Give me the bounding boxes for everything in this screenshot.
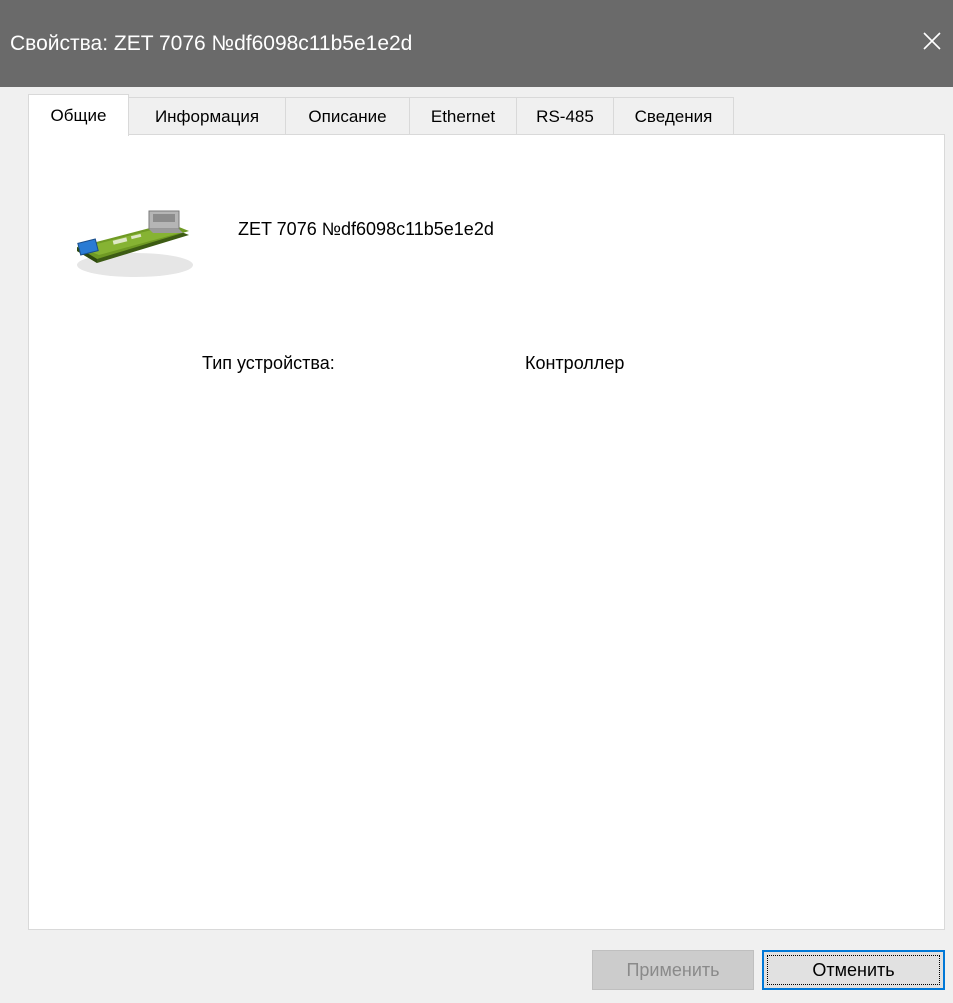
device-type-label: Тип устройства: — [202, 353, 335, 373]
general-panel: ZET 7076 №df6098c11b5e1e2d Тип устройств… — [28, 134, 945, 930]
tab-ethernet[interactable]: Ethernet — [409, 97, 517, 135]
cancel-button[interactable]: Отменить — [762, 950, 945, 990]
tab-general[interactable]: Общие — [28, 94, 129, 136]
device-type-value: Контроллер — [525, 353, 625, 373]
device-board-icon — [73, 205, 193, 285]
device-name: ZET 7076 №df6098c11b5e1e2d — [238, 219, 494, 239]
tab-description[interactable]: Описание — [285, 97, 410, 135]
close-icon — [923, 32, 941, 50]
apply-button[interactable]: Применить — [592, 950, 754, 990]
focus-rectangle — [767, 955, 940, 985]
tab-information[interactable]: Информация — [128, 97, 286, 135]
tab-rs485[interactable]: RS-485 — [516, 97, 614, 135]
close-button[interactable] — [911, 20, 953, 62]
title-bar: Свойства: ZET 7076 №df6098c11b5e1e2d — [0, 0, 953, 87]
tab-details[interactable]: Сведения — [613, 97, 734, 135]
window-title: Свойства: ZET 7076 №df6098c11b5e1e2d — [10, 32, 413, 55]
